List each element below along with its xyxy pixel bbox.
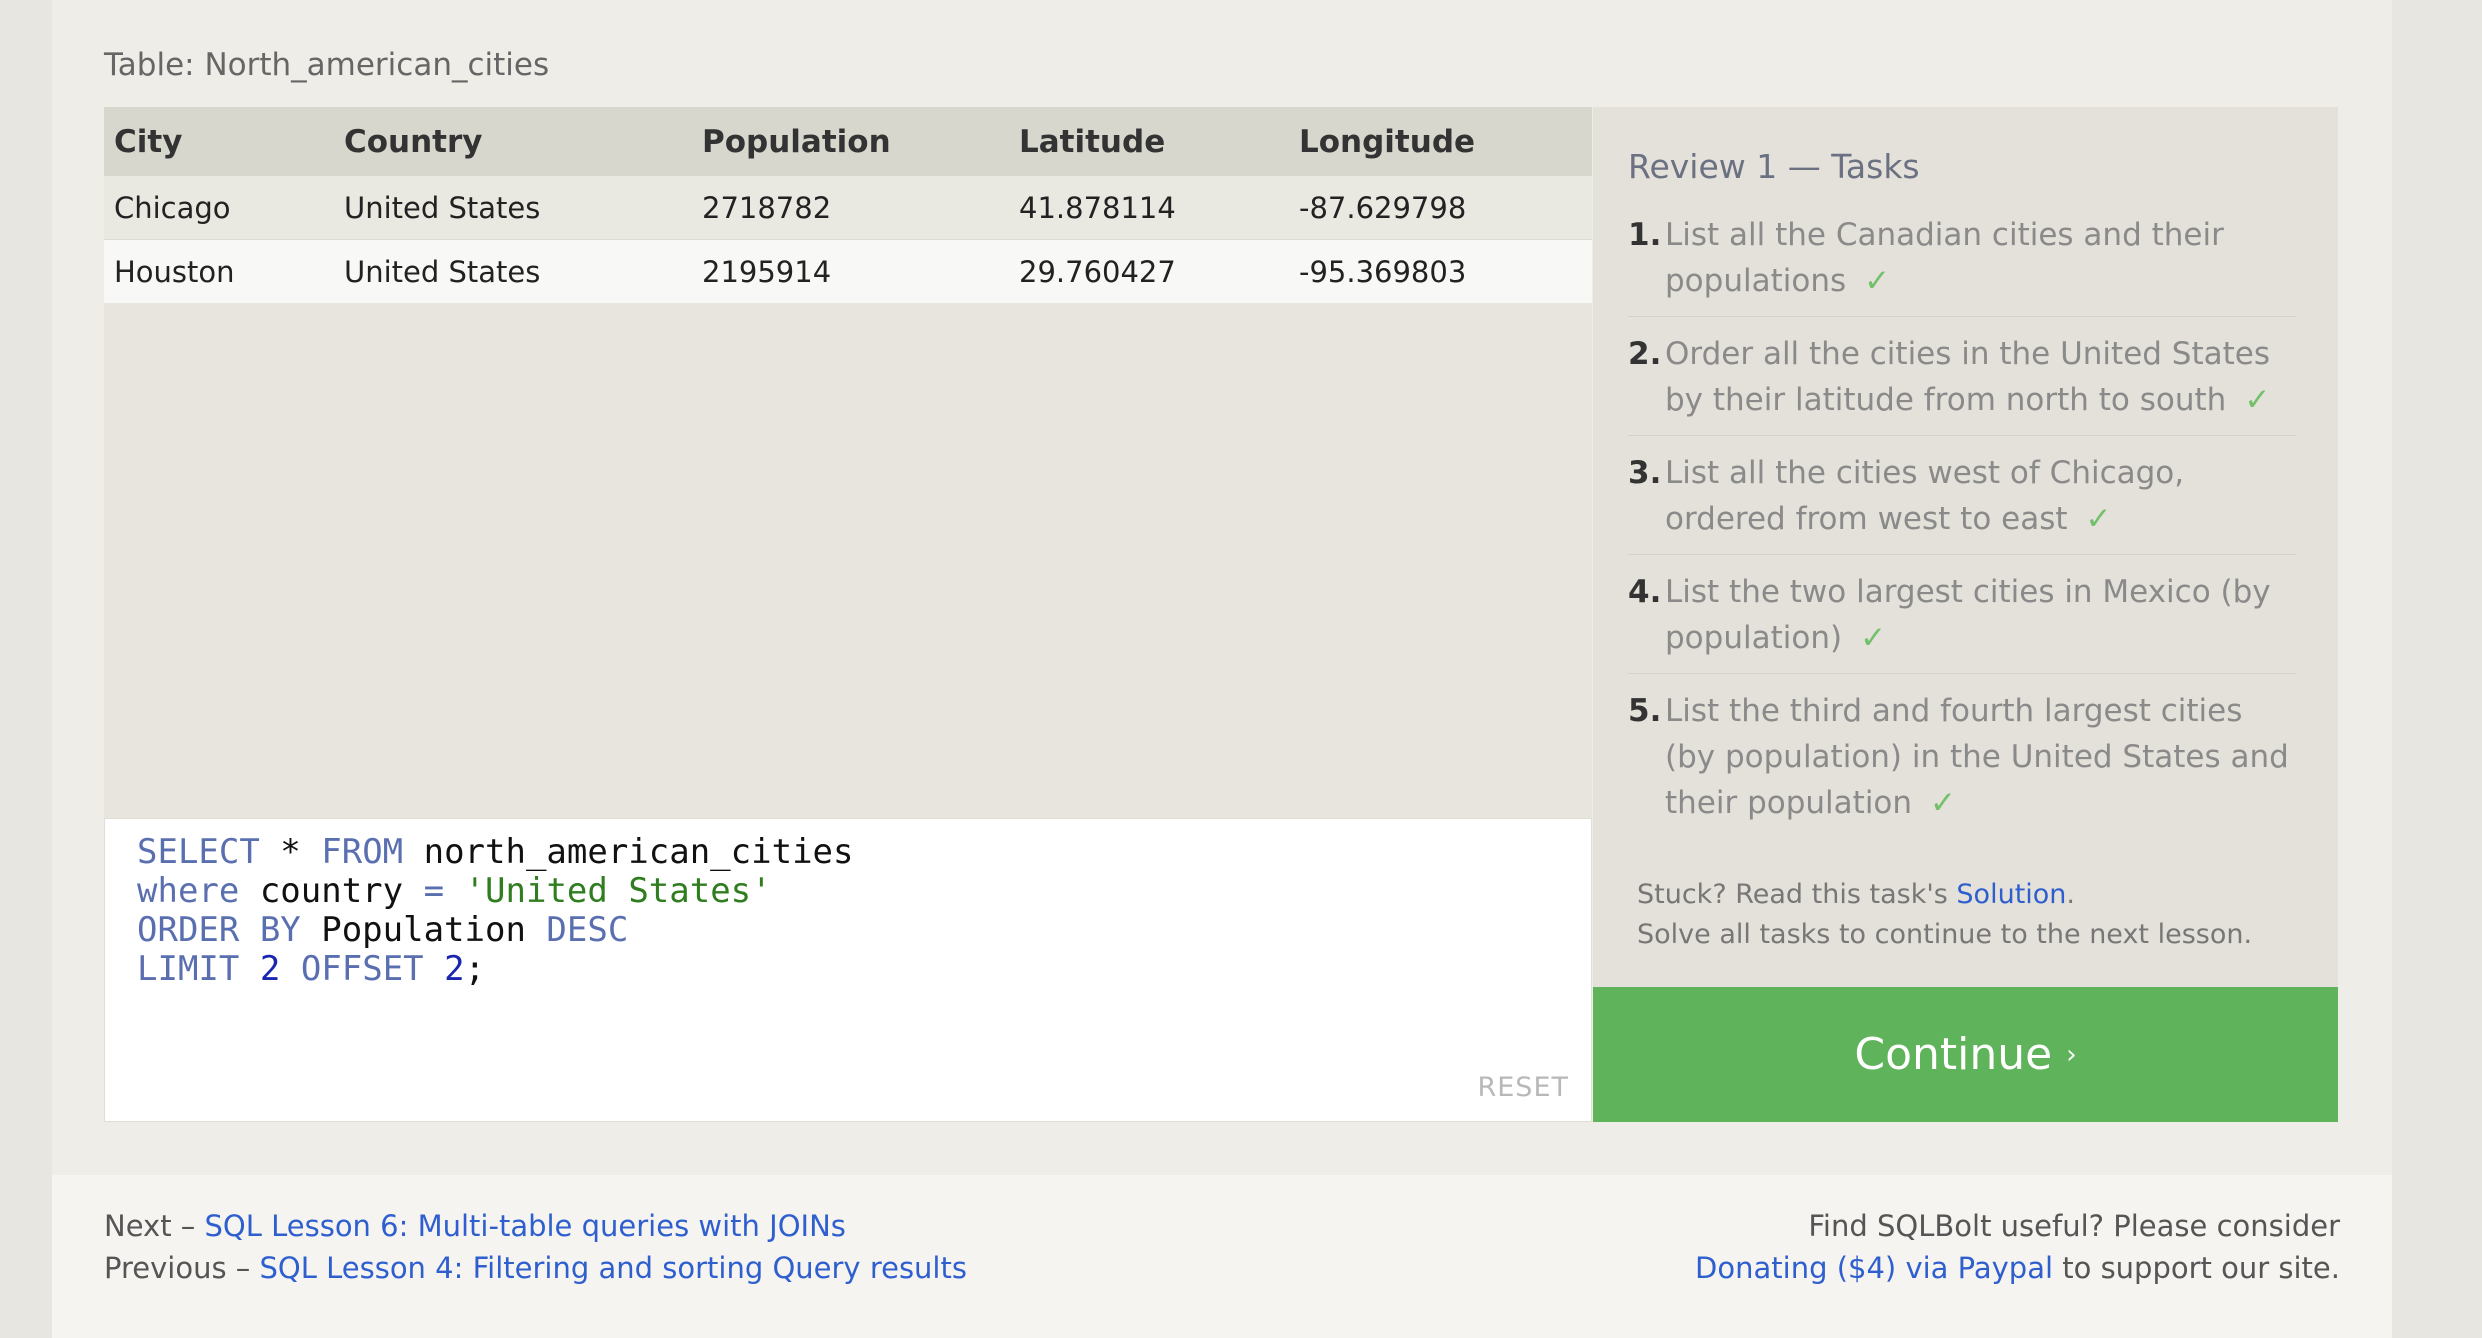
column-header: Latitude: [1009, 107, 1289, 176]
table-row: Houston United States 2195914 29.760427 …: [104, 239, 1592, 303]
column-header: Longitude: [1289, 107, 1592, 176]
table-header-row: City Country Population Latitude Longitu…: [104, 107, 1592, 176]
task-text: List the third and fourth largest cities…: [1665, 693, 2289, 821]
footer: Next – SQL Lesson 6: Multi-table queries…: [52, 1175, 2392, 1338]
check-icon: ✓: [1860, 620, 1887, 656]
table-cell: 2718782: [692, 176, 1009, 240]
donate-note: Find SQLBolt useful? Please consider Don…: [1695, 1205, 2340, 1289]
task-item: 5. List the third and fourth largest cit…: [1628, 688, 2296, 838]
page: Table: North_american_cities City Countr…: [52, 0, 2392, 1338]
tasks-panel: Review 1 — Tasks 1. List all the Canadia…: [1593, 107, 2338, 987]
continue-label: Continue: [1854, 1029, 2053, 1080]
previous-lesson-link[interactable]: SQL Lesson 4: Filtering and sorting Quer…: [260, 1251, 967, 1285]
column-header: City: [104, 107, 334, 176]
sql-operator: =: [423, 871, 445, 911]
code-line-2: where country = 'United States': [137, 871, 772, 911]
chevron-right-icon: ›: [2066, 1039, 2077, 1070]
table-cell: 2195914: [692, 239, 1009, 303]
sql-keyword: FROM: [321, 832, 404, 872]
table-cell: 29.760427: [1009, 239, 1289, 303]
table-cell: United States: [334, 176, 692, 240]
solution-link[interactable]: Solution: [1956, 879, 2066, 910]
continue-button[interactable]: Continue ›: [1593, 987, 2338, 1122]
task-item: 3. List all the cities west of Chicago, …: [1628, 450, 2296, 555]
results-panel: City Country Population Latitude Longitu…: [104, 107, 1592, 818]
task-number: 4.: [1628, 574, 1662, 610]
sql-editor[interactable]: SELECT * FROM north_american_cities wher…: [104, 818, 1592, 1122]
sql-number: 2: [444, 949, 465, 989]
stuck-hint: Stuck? Read this task's Solution. Solve …: [1637, 875, 2252, 955]
table-cell: 41.878114: [1009, 176, 1289, 240]
reset-button[interactable]: RESET: [1477, 1072, 1569, 1103]
code-text: ;: [464, 949, 486, 989]
task-number: 5.: [1628, 693, 1662, 729]
task-number: 2.: [1628, 336, 1662, 372]
code-line-1: SELECT * FROM north_american_cities: [137, 832, 853, 872]
donate-text: Find SQLBolt useful? Please consider: [1808, 1209, 2340, 1243]
sql-code[interactable]: SELECT * FROM north_american_cities wher…: [137, 833, 853, 989]
task-text: List the two largest cities in Mexico (b…: [1665, 574, 2271, 656]
check-icon: ✓: [1930, 785, 1957, 821]
sql-keyword: LIMIT: [137, 949, 240, 989]
results-table: City Country Population Latitude Longitu…: [104, 107, 1592, 303]
sql-keyword: where: [137, 871, 240, 911]
task-text: List all the Canadian cities and their p…: [1665, 217, 2224, 299]
check-icon: ✓: [2085, 501, 2112, 537]
sql-string: 'United States': [464, 871, 772, 911]
table-cell: Houston: [104, 239, 334, 303]
table-cell: United States: [334, 239, 692, 303]
previous-prefix: Previous –: [104, 1251, 260, 1285]
sql-keyword: DESC: [546, 910, 629, 950]
table-caption: Table: North_american_cities: [104, 47, 550, 83]
donate-suffix: to support our site.: [2053, 1251, 2340, 1285]
next-lesson-link[interactable]: SQL Lesson 6: Multi-table queries with J…: [205, 1209, 846, 1243]
sql-keyword: OFFSET: [300, 949, 424, 989]
task-text: Order all the cities in the United State…: [1665, 336, 2271, 418]
task-item: 2. Order all the cities in the United St…: [1628, 331, 2296, 436]
code-line-4: LIMIT 2 OFFSET 2;: [137, 949, 485, 989]
stuck-period: .: [2066, 879, 2076, 910]
task-number: 3.: [1628, 455, 1662, 491]
stuck-text: Stuck? Read this task's: [1637, 879, 1957, 910]
code-line-3: ORDER BY Population DESC: [137, 910, 628, 950]
code-text: country: [239, 871, 424, 911]
table-cell: Chicago: [104, 176, 334, 240]
code-text: *: [259, 832, 322, 872]
sql-keyword: ORDER BY: [137, 910, 301, 950]
lesson-navigation: Next – SQL Lesson 6: Multi-table queries…: [104, 1205, 967, 1289]
check-icon: ✓: [2244, 382, 2271, 418]
solve-all-text: Solve all tasks to continue to the next …: [1637, 919, 2253, 950]
column-header: Population: [692, 107, 1009, 176]
sql-keyword: SELECT: [137, 832, 260, 872]
code-text: north_american_cities: [403, 832, 854, 872]
task-list: 1. List all the Canadian cities and thei…: [1628, 212, 2296, 852]
table-cell: -87.629798: [1289, 176, 1592, 240]
table-row: Chicago United States 2718782 41.878114 …: [104, 176, 1592, 240]
column-header: Country: [334, 107, 692, 176]
table-cell: -95.369803: [1289, 239, 1592, 303]
task-item: 1. List all the Canadian cities and thei…: [1628, 212, 2296, 317]
code-text: Population: [300, 910, 547, 950]
sql-number: 2: [259, 949, 281, 989]
tasks-title: Review 1 — Tasks: [1628, 147, 1920, 186]
task-number: 1.: [1628, 217, 1662, 253]
next-prefix: Next –: [104, 1209, 205, 1243]
donate-link[interactable]: Donating ($4) via Paypal: [1695, 1251, 2053, 1285]
check-icon: ✓: [1864, 263, 1891, 299]
task-item: 4. List the two largest cities in Mexico…: [1628, 569, 2296, 674]
